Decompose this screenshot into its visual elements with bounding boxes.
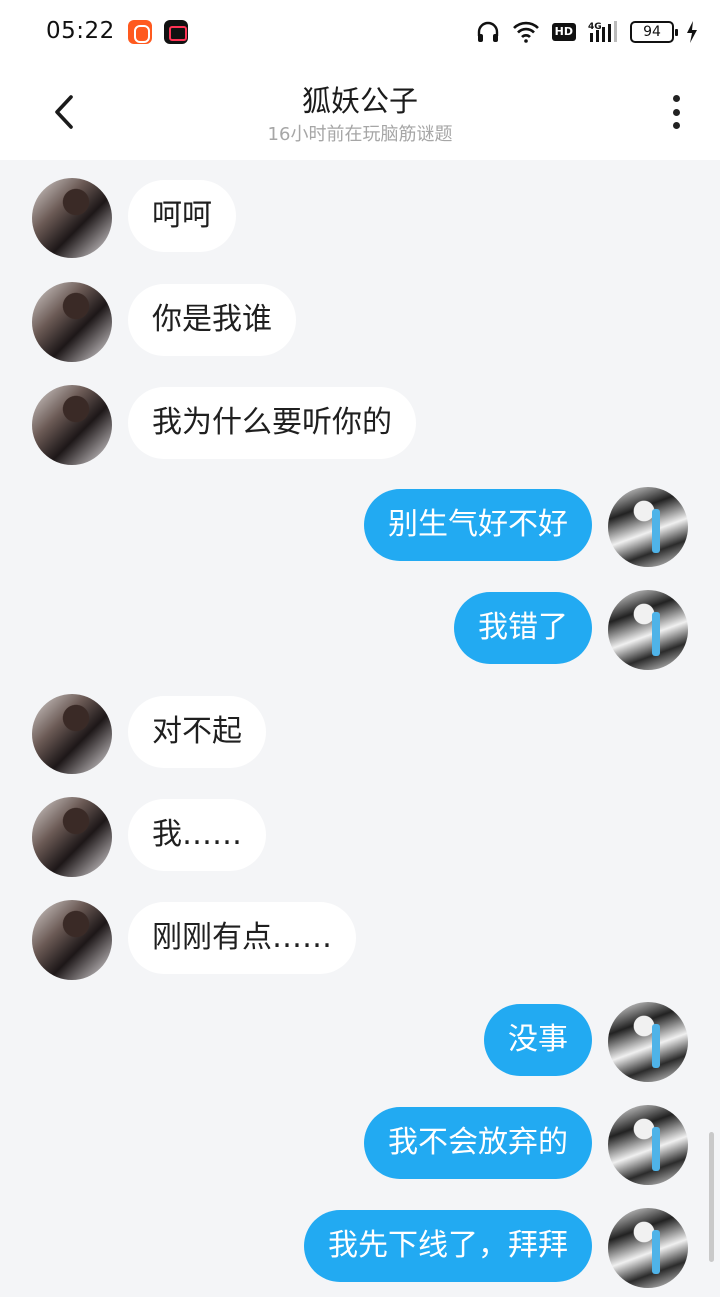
more-vertical-icon: [672, 95, 680, 102]
screen-record-icon: [164, 20, 188, 44]
contact-avatar[interactable]: [32, 282, 112, 362]
chat-header: 狐妖公子 16小时前在玩脑筋谜题: [0, 64, 720, 160]
headphones-icon: [477, 21, 498, 42]
message-row: 我先下线了，拜拜: [0, 1208, 720, 1290]
message-row: 我……: [0, 797, 720, 879]
message-bubble[interactable]: 没事: [484, 1004, 592, 1076]
message-bubble[interactable]: 我错了: [454, 592, 592, 664]
wifi-icon: [512, 21, 539, 43]
battery-icon: 94: [630, 21, 678, 43]
message-bubble[interactable]: 我为什么要听你的: [128, 387, 416, 459]
self-avatar[interactable]: [608, 487, 688, 567]
message-bubble[interactable]: 对不起: [128, 696, 266, 768]
4g-signal-icon: 4G: [588, 21, 617, 42]
svg-text:4G: 4G: [588, 22, 602, 32]
message-bubble[interactable]: 我先下线了，拜拜: [304, 1210, 592, 1282]
message-row: 呵呵: [0, 178, 720, 260]
contact-avatar[interactable]: [32, 900, 112, 980]
message-bubble[interactable]: 我……: [128, 799, 266, 871]
message-row: 对不起: [0, 694, 720, 776]
contact-avatar[interactable]: [32, 385, 112, 465]
message-bubble[interactable]: 别生气好不好: [364, 489, 592, 561]
battery-level: 94: [643, 24, 661, 40]
self-avatar[interactable]: [608, 1105, 688, 1185]
message-bubble[interactable]: 你是我谁: [128, 284, 296, 356]
self-avatar[interactable]: [608, 1002, 688, 1082]
more-options-button[interactable]: [662, 92, 690, 132]
message-row: 你是我谁: [0, 282, 720, 364]
charging-icon: [687, 21, 697, 43]
status-time: 05:22: [46, 18, 115, 44]
message-row: 没事: [0, 1002, 720, 1084]
message-list[interactable]: 呵呵 你是我谁 我为什么要听你的 别生气好不好 我错了 对不起 我…… 刚刚有点…: [0, 160, 720, 1297]
contact-avatar[interactable]: [32, 797, 112, 877]
message-row: 我为什么要听你的: [0, 385, 720, 467]
contact-avatar[interactable]: [32, 694, 112, 774]
scrollbar[interactable]: [709, 1132, 714, 1262]
self-avatar[interactable]: [608, 1208, 688, 1288]
status-bar: 05:22 HD 4G 94: [0, 0, 720, 64]
message-row: 刚刚有点……: [0, 900, 720, 982]
message-row: 别生气好不好: [0, 487, 720, 569]
message-row: 我不会放弃的: [0, 1105, 720, 1187]
chat-title[interactable]: 狐妖公子: [0, 78, 720, 120]
message-bubble[interactable]: 我不会放弃的: [364, 1107, 592, 1179]
kuaishou-app-icon: [128, 20, 152, 44]
chat-subtitle: 16小时前在玩脑筋谜题: [267, 124, 453, 145]
message-bubble[interactable]: 呵呵: [128, 180, 236, 252]
hd-icon: HD: [551, 23, 576, 41]
contact-avatar[interactable]: [32, 178, 112, 258]
message-row: 我错了: [0, 590, 720, 672]
self-avatar[interactable]: [608, 590, 688, 670]
message-bubble[interactable]: 刚刚有点……: [128, 902, 356, 974]
status-icons: HD 4G 94: [476, 18, 698, 46]
